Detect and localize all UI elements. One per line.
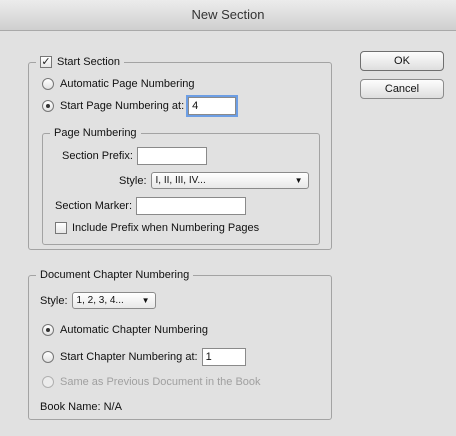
page-style-row: Style: I, II, III, IV... ▼ <box>119 172 309 189</box>
same-as-previous-label: Same as Previous Document in the Book <box>60 376 261 388</box>
section-marker-field[interactable] <box>136 197 247 215</box>
chevron-down-icon: ▼ <box>294 176 303 185</box>
section-prefix-label: Section Prefix: <box>62 150 133 162</box>
page-numbering-legend: Page Numbering <box>50 126 141 140</box>
start-page-numbering-radio[interactable] <box>42 100 54 112</box>
new-section-dialog: New Section ✓ Start Section Automatic Pa… <box>0 0 456 436</box>
section-marker-label: Section Marker: <box>55 200 133 212</box>
automatic-page-numbering-label: Automatic Page Numbering <box>60 78 195 90</box>
start-section-legend[interactable]: ✓ Start Section <box>36 55 124 69</box>
start-section-label: Start Section <box>57 56 120 68</box>
include-prefix-label: Include Prefix when Numbering Pages <box>72 222 260 234</box>
chapter-style-row: Style: 1, 2, 3, 4... ▼ <box>40 292 156 309</box>
same-as-previous-option: Same as Previous Document in the Book <box>42 376 261 388</box>
automatic-chapter-numbering-option[interactable]: Automatic Chapter Numbering <box>42 324 208 336</box>
automatic-chapter-numbering-label: Automatic Chapter Numbering <box>60 324 208 336</box>
same-as-previous-radio <box>42 376 54 388</box>
start-page-number-field[interactable]: 4 <box>186 95 239 117</box>
include-prefix-checkbox[interactable] <box>55 222 67 234</box>
start-chapter-number-field[interactable]: 1 <box>201 348 246 366</box>
chapter-numbering-legend: Document Chapter Numbering <box>36 268 194 282</box>
chapter-style-label: Style: <box>40 294 68 307</box>
book-name-text: Book Name: N/A <box>40 401 122 413</box>
chevron-down-icon: ▼ <box>141 296 150 305</box>
page-style-value: I, II, III, IV... <box>155 175 206 186</box>
automatic-page-numbering-option[interactable]: Automatic Page Numbering <box>42 78 195 90</box>
include-prefix-option[interactable]: Include Prefix when Numbering Pages <box>55 222 259 234</box>
book-name-label: Book Name: N/A <box>40 401 122 413</box>
section-prefix-field[interactable] <box>136 147 207 165</box>
start-page-numbering-label: Start Page Numbering at: <box>60 100 185 112</box>
chapter-style-value: 1, 2, 3, 4... <box>76 295 124 306</box>
ok-button[interactable]: OK <box>360 51 444 71</box>
start-chapter-numbering-label: Start Chapter Numbering at: <box>60 351 198 363</box>
section-prefix-row: Section Prefix: <box>62 147 207 165</box>
start-chapter-numbering-option[interactable]: Start Chapter Numbering at: 1 <box>42 348 246 366</box>
automatic-chapter-numbering-radio[interactable] <box>42 324 54 336</box>
start-chapter-numbering-radio[interactable] <box>42 351 54 363</box>
page-style-dropdown[interactable]: I, II, III, IV... ▼ <box>150 172 309 189</box>
page-style-label: Style: <box>119 174 147 187</box>
start-section-checkbox[interactable]: ✓ <box>40 56 52 68</box>
cancel-button[interactable]: Cancel <box>360 79 444 99</box>
automatic-page-numbering-radio[interactable] <box>42 78 54 90</box>
section-marker-row: Section Marker: <box>55 197 247 215</box>
chapter-style-dropdown[interactable]: 1, 2, 3, 4... ▼ <box>71 292 156 309</box>
window-title: New Section <box>0 0 456 31</box>
start-page-numbering-option[interactable]: Start Page Numbering at: 4 <box>42 95 239 117</box>
